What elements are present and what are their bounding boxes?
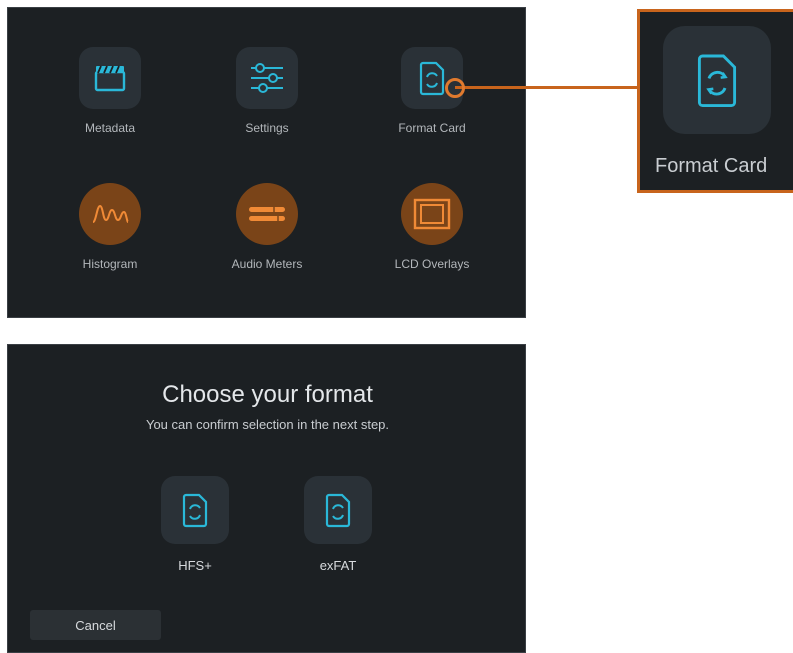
format-card-icon <box>161 476 229 544</box>
format-dialog: Choose your format You can confirm selec… <box>7 344 526 653</box>
clapperboard-icon <box>79 47 141 109</box>
format-option-label: exFAT <box>319 558 357 573</box>
menu-item-label: LCD Overlays <box>394 257 470 271</box>
menu-item-format-card[interactable]: Format Card <box>382 47 482 135</box>
menu-item-label: Audio Meters <box>231 257 303 271</box>
format-option-exfat[interactable]: exFAT <box>288 476 388 573</box>
dialog-title: Choose your format <box>162 381 373 408</box>
menu-item-lcd-overlays[interactable]: LCD Overlays <box>382 183 482 271</box>
menu-item-label: Metadata <box>84 121 136 135</box>
lcd-overlays-icon <box>401 183 463 245</box>
dashboard-menu-panel: Metadata Settings Format Card Histogram … <box>7 7 526 318</box>
format-option-label: HFS+ <box>178 558 212 573</box>
audio-meters-icon <box>236 183 298 245</box>
callout-label: Format Card <box>655 155 768 177</box>
format-card-callout: Format Card <box>637 9 793 193</box>
callout-connector-line <box>455 86 640 89</box>
callout-pointer-dot <box>445 78 465 98</box>
format-option-hfs[interactable]: HFS+ <box>145 476 245 573</box>
format-card-icon <box>663 26 771 134</box>
dialog-subtitle: You can confirm selection in the next st… <box>145 417 390 432</box>
menu-item-metadata[interactable]: Metadata <box>60 47 160 135</box>
menu-item-settings[interactable]: Settings <box>217 47 317 135</box>
format-card-icon <box>304 476 372 544</box>
cancel-button[interactable]: Cancel <box>30 610 161 640</box>
menu-item-label: Histogram <box>82 257 138 271</box>
menu-item-histogram[interactable]: Histogram <box>60 183 160 271</box>
sliders-icon <box>236 47 298 109</box>
menu-item-audio-meters[interactable]: Audio Meters <box>217 183 317 271</box>
menu-item-label: Settings <box>245 121 289 135</box>
histogram-icon <box>79 183 141 245</box>
menu-item-label: Format Card <box>398 121 466 135</box>
